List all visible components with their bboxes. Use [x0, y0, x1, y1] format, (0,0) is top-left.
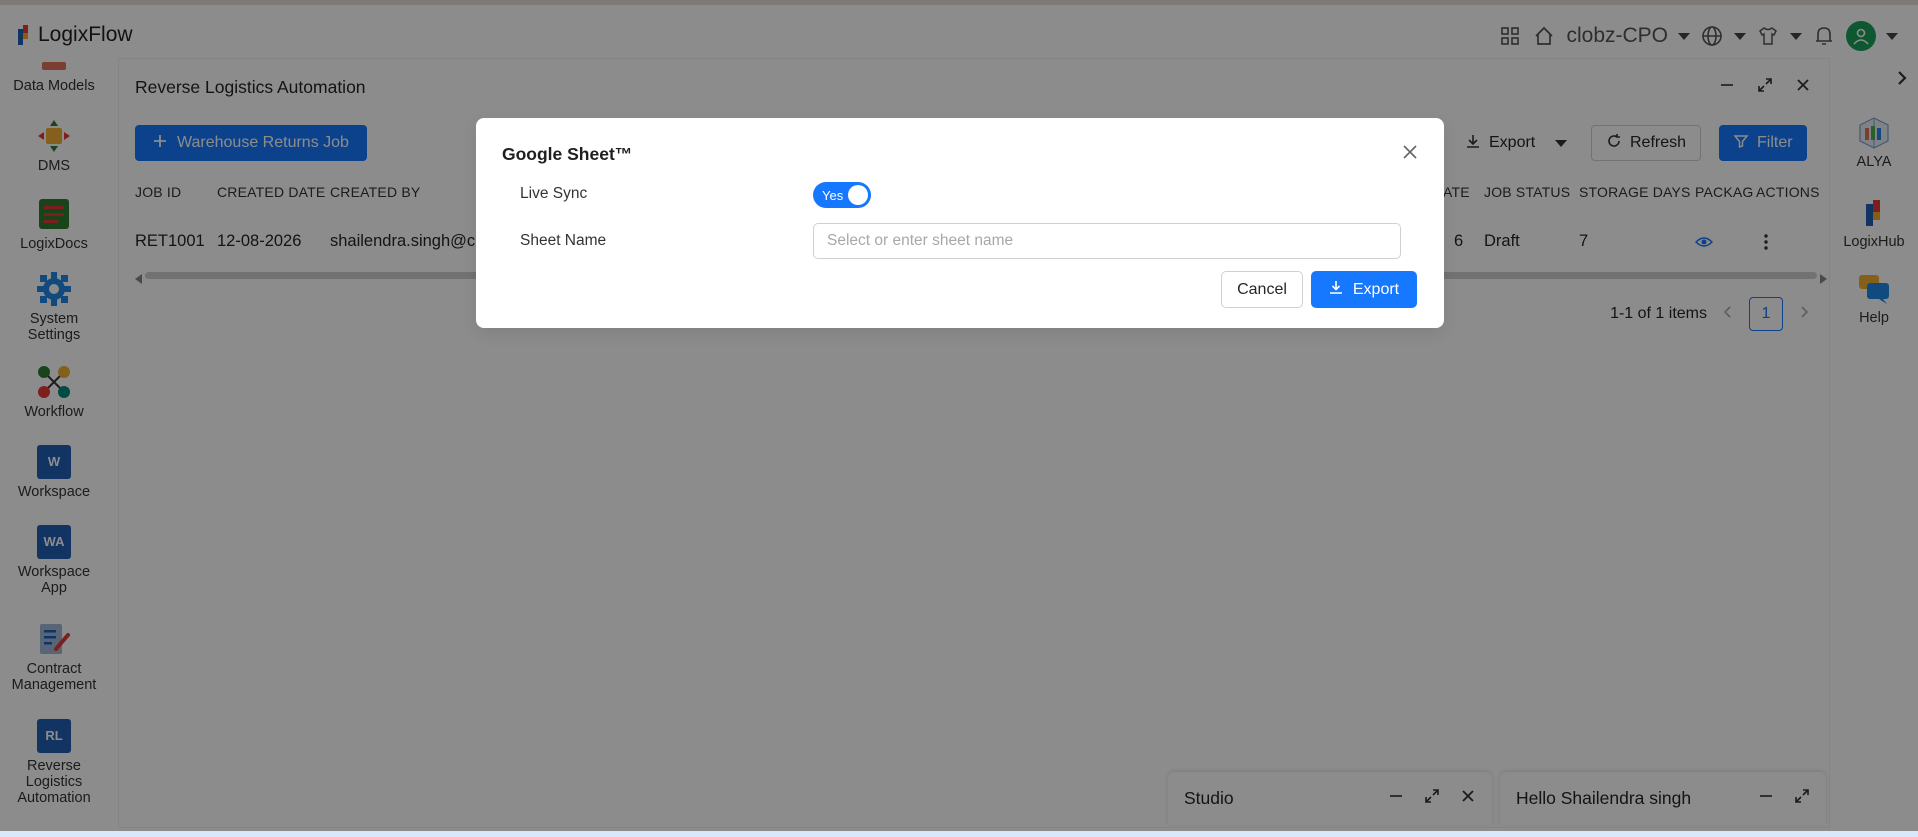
export-button-label: Export [1352, 280, 1400, 298]
live-sync-toggle[interactable]: Yes [813, 182, 871, 208]
cancel-button[interactable]: Cancel [1221, 271, 1303, 308]
close-icon[interactable] [1398, 140, 1422, 164]
sheet-name-input[interactable] [813, 223, 1401, 259]
toggle-label: Yes [822, 187, 844, 203]
download-icon [1329, 280, 1343, 299]
toggle-knob [848, 185, 868, 205]
live-sync-label: Live Sync [520, 185, 588, 202]
google-sheet-export-modal: Google Sheet™ Live Sync Yes Sheet Name C… [476, 118, 1444, 328]
modal-title: Google Sheet™ [502, 144, 633, 164]
export-button[interactable]: Export [1311, 271, 1417, 308]
bottom-edge [0, 831, 1918, 837]
sheet-name-label: Sheet Name [520, 232, 607, 249]
